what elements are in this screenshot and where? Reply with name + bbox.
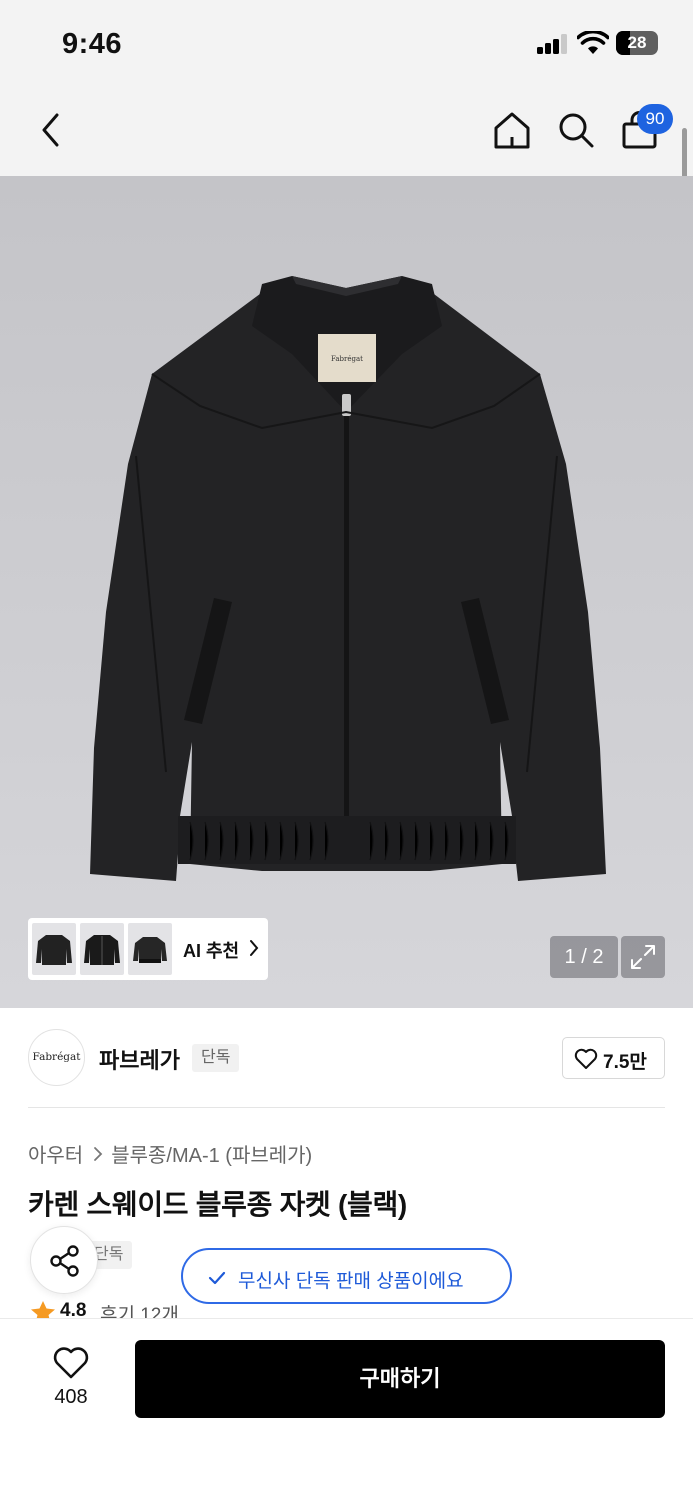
brand-logo[interactable]: Fabrégat bbox=[28, 1029, 85, 1086]
breadcrumb-item[interactable]: 블루종/MA-1 (파브레가) bbox=[111, 1145, 312, 1167]
share-button[interactable] bbox=[30, 1226, 98, 1294]
product-image-gallery[interactable]: Fabrégat AI 추천 1 / 2 bbox=[0, 176, 693, 1008]
star-icon bbox=[31, 1301, 55, 1319]
buy-button[interactable]: 구매하기 bbox=[135, 1340, 665, 1418]
check-icon bbox=[208, 1271, 226, 1285]
wishlist-count: 408 bbox=[54, 1386, 88, 1408]
cellular-signal-icon bbox=[537, 34, 569, 54]
cart-count-badge: 90 bbox=[637, 104, 673, 134]
share-icon bbox=[50, 1245, 79, 1277]
status-time: 9:46 bbox=[62, 28, 123, 60]
product-title: 카렌 스웨이드 블루종 자켓 (블랙) bbox=[28, 1189, 407, 1220]
wifi-icon bbox=[577, 31, 609, 54]
expand-icon bbox=[631, 945, 655, 969]
search-icon[interactable] bbox=[556, 110, 596, 150]
exclusive-toast: 무신사 단독 판매 상품이에요 bbox=[181, 1248, 512, 1304]
heart-icon bbox=[574, 1048, 598, 1069]
breadcrumb: 아우터 블루종/MA-1 (파브레가) bbox=[28, 1139, 312, 1168]
home-icon[interactable] bbox=[492, 110, 532, 150]
status-bar: 9:46 28 bbox=[0, 0, 693, 86]
chevron-right-icon bbox=[250, 940, 259, 956]
brand-like-button[interactable]: 7.5만 bbox=[562, 1037, 665, 1079]
ai-recommend-card[interactable]: AI 추천 bbox=[28, 918, 268, 980]
wishlist-button[interactable]: 408 bbox=[30, 1338, 112, 1418]
recommend-thumb[interactable] bbox=[80, 923, 124, 975]
recommend-thumb[interactable] bbox=[128, 923, 172, 975]
recommend-thumb[interactable] bbox=[32, 923, 76, 975]
breadcrumb-item[interactable]: 아우터 bbox=[28, 1145, 83, 1167]
brand-like-count: 7.5만 bbox=[603, 1052, 647, 1073]
ai-recommend-label: AI 추천 bbox=[183, 941, 240, 961]
battery-icon: 28 bbox=[616, 31, 658, 55]
back-chevron-icon[interactable] bbox=[36, 110, 66, 150]
review-count[interactable]: 후기 12개 bbox=[100, 1300, 179, 1319]
toast-text: 무신사 단독 판매 상품이에요 bbox=[238, 1271, 464, 1292]
heart-icon bbox=[53, 1347, 89, 1379]
brand-name[interactable]: 파브레가 bbox=[99, 1043, 180, 1075]
expand-image-button[interactable] bbox=[621, 936, 665, 978]
battery-level: 28 bbox=[627, 33, 647, 52]
rating-score: 4.8 bbox=[60, 1300, 87, 1319]
product-image: Fabrégat bbox=[90, 276, 606, 881]
chevron-right-icon bbox=[94, 1147, 103, 1161]
divider bbox=[28, 1107, 665, 1108]
garment-label-text: Fabrégat bbox=[331, 355, 363, 363]
brand-exclusive-tag: 단독 bbox=[192, 1044, 240, 1072]
image-page-indicator: 1 / 2 bbox=[550, 936, 618, 978]
